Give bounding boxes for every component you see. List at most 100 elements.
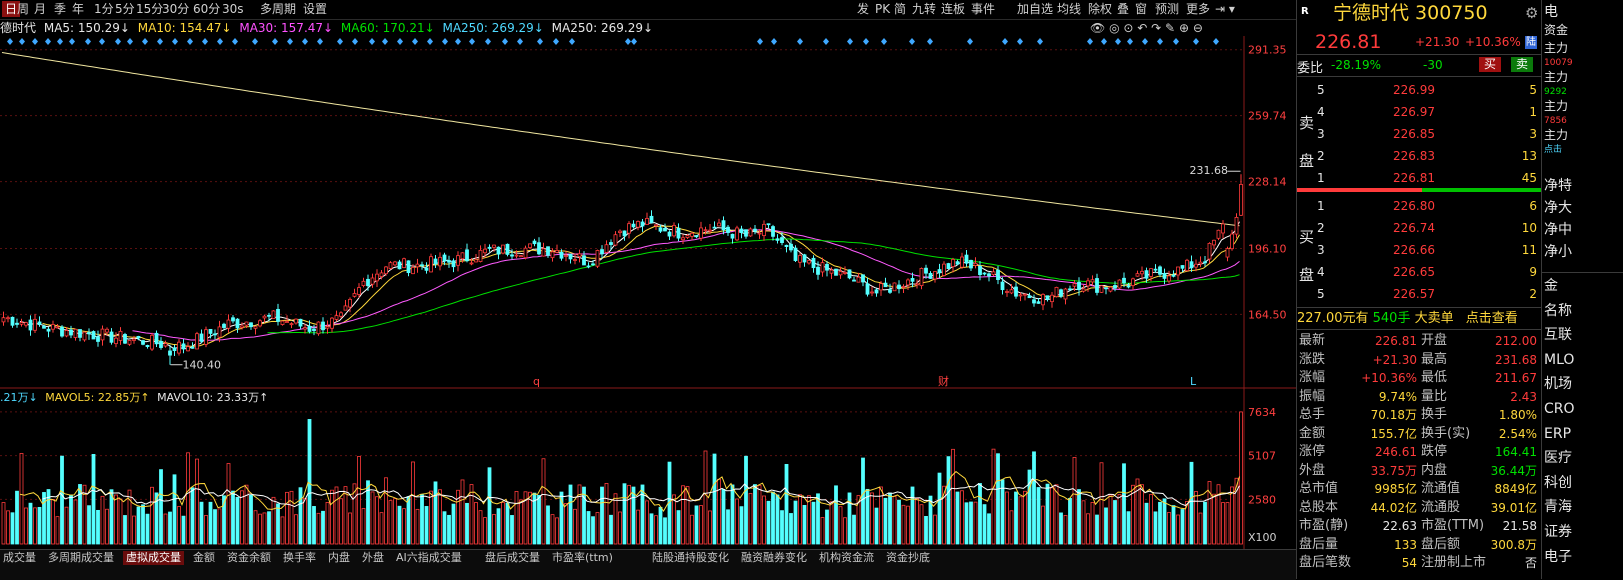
- toolbar-right-6[interactable]: 加自选: [1014, 1, 1056, 17]
- side-list-item[interactable]: 机场: [1544, 374, 1572, 394]
- back-icon[interactable]: ↶: [1137, 21, 1147, 35]
- candle: [276, 303, 280, 326]
- candle: [766, 223, 771, 229]
- period-12[interactable]: 设置: [300, 1, 330, 17]
- signal-marker: [757, 38, 763, 45]
- side-list-item[interactable]: MLO: [1544, 350, 1574, 370]
- r-tag: R: [1301, 6, 1309, 17]
- toolbar-right-1[interactable]: PK: [872, 1, 893, 17]
- volume-bar: [469, 484, 474, 545]
- volume-bar: [780, 510, 784, 545]
- toolbar-right-4[interactable]: 连板: [938, 1, 968, 17]
- indicator-tab-11[interactable]: 陆股通持股变化: [649, 551, 732, 565]
- period-3[interactable]: 季: [51, 1, 69, 17]
- toolbar-right-9[interactable]: 叠: [1114, 1, 1132, 17]
- kline-chart[interactable]: 291.35 259.74 228.14 196.10 164.50 231.68 140.…: [0, 36, 1296, 549]
- event-marker-cai[interactable]: 财: [938, 374, 949, 388]
- gear-icon[interactable]: ⚙: [1525, 4, 1538, 22]
- volume-bar: [433, 481, 438, 545]
- indicator-tab-10[interactable]: 市盈率(ttm): [549, 551, 616, 565]
- side-list-item[interactable]: 科创: [1544, 473, 1572, 493]
- indicator-tab-4[interactable]: 资金余额: [224, 551, 274, 565]
- indicator-tab-7[interactable]: 外盘: [359, 551, 387, 565]
- side-list-item[interactable]: 医疗: [1544, 448, 1572, 468]
- big-order-row[interactable]: 227.00元有 540手 大卖单 点击查看: [1297, 310, 1541, 328]
- expand-icon[interactable]: ⇥ ▾: [1212, 1, 1238, 17]
- volume-bar: [55, 516, 60, 545]
- period-4[interactable]: 年: [69, 1, 87, 17]
- side-list-item[interactable]: 证券: [1544, 522, 1572, 542]
- ask-volume: 45: [1521, 171, 1537, 185]
- side-list-item[interactable]: CRO: [1544, 399, 1575, 419]
- zoom-in-icon[interactable]: ⊕: [1179, 21, 1189, 35]
- candle: [235, 318, 240, 333]
- stat-label: 涨幅: [1299, 370, 1326, 385]
- volume-bar: [1005, 491, 1009, 545]
- toolbar-right-10[interactable]: 窗: [1132, 1, 1150, 17]
- volume-bar: [546, 505, 550, 545]
- candle: [1005, 289, 1009, 297]
- period-8[interactable]: 30分: [159, 1, 192, 17]
- toolbar-right-11[interactable]: 预测: [1152, 1, 1182, 17]
- toolbar-right-12[interactable]: 更多: [1183, 1, 1213, 17]
- pen-icon[interactable]: ✎: [1165, 21, 1175, 35]
- side-list-item[interactable]: 互联: [1544, 325, 1572, 345]
- signal-marker: [412, 38, 418, 45]
- sell-button[interactable]: 卖: [1511, 57, 1533, 72]
- forward-icon[interactable]: ↷: [1151, 21, 1161, 35]
- side-list-item[interactable]: ERP: [1544, 424, 1571, 444]
- candle: [631, 220, 636, 229]
- toolbar-right-2[interactable]: 简: [891, 1, 909, 17]
- bid-volume: 11: [1521, 243, 1537, 257]
- signal-marker: [1037, 38, 1043, 45]
- target-icon[interactable]: ◎: [1109, 21, 1119, 35]
- period-10[interactable]: 30s: [219, 1, 247, 17]
- candle: [996, 266, 1000, 285]
- signal-marker: [569, 38, 575, 45]
- period-1[interactable]: 周: [14, 1, 32, 17]
- indicator-tab-2[interactable]: 虚拟成交量: [123, 551, 184, 565]
- volume-bar: [429, 490, 433, 545]
- zoom-out-icon[interactable]: ⊖: [1193, 21, 1203, 35]
- event-marker-q[interactable]: q: [533, 375, 540, 388]
- big-order-link[interactable]: 点击查看: [1466, 311, 1518, 326]
- volume-bar: [199, 501, 204, 545]
- volume-bar: [478, 510, 483, 545]
- toolbar-right-5[interactable]: 事件: [968, 1, 998, 17]
- toolbar-right-8[interactable]: 除权: [1085, 1, 1115, 17]
- indicator-tab-5[interactable]: 换手率: [280, 551, 319, 565]
- volume-bar: [73, 499, 78, 545]
- candle: [519, 254, 523, 258]
- indicator-tab-14[interactable]: 资金抄底: [883, 551, 933, 565]
- eye-icon[interactable]: 👁: [1090, 21, 1105, 35]
- volume-bar: [208, 501, 213, 545]
- volume-bar: [24, 507, 28, 545]
- signal-marker: [187, 38, 193, 45]
- indicator-tab-6[interactable]: 内盘: [325, 551, 353, 565]
- candle: [456, 251, 460, 272]
- side-list-item[interactable]: 金: [1544, 276, 1558, 296]
- toolbar-right-7[interactable]: 均线: [1054, 1, 1084, 17]
- event-marker-l[interactable]: L: [1190, 375, 1197, 388]
- indicator-tab-8[interactable]: AI六指成交量: [393, 551, 465, 565]
- candle: [969, 259, 973, 271]
- indicator-tab-3[interactable]: 金额: [190, 551, 218, 565]
- indicator-tab-13[interactable]: 机构资金流: [816, 551, 877, 565]
- side-list-item[interactable]: 青海: [1544, 497, 1572, 517]
- buy-button[interactable]: 买: [1479, 57, 1501, 72]
- period-11[interactable]: 多周期: [257, 1, 299, 17]
- toolbar-right-3[interactable]: 九转: [909, 1, 939, 17]
- period-2[interactable]: 月: [31, 1, 49, 17]
- indicator-tab-12[interactable]: 融资融券变化: [738, 551, 810, 565]
- side-list-item[interactable]: 名称: [1544, 301, 1572, 321]
- indicator-tab-9[interactable]: 盘后成交量: [482, 551, 543, 565]
- side-list-item[interactable]: 电子: [1544, 547, 1572, 567]
- candle: [1063, 287, 1068, 305]
- volume-bar: [897, 499, 901, 545]
- stat-label: 外盘: [1299, 462, 1326, 478]
- stat-value: 44.02亿: [1370, 500, 1417, 515]
- indicator-tab-0[interactable]: 成交量: [0, 551, 39, 565]
- toolbar-right-0[interactable]: 发: [854, 1, 872, 17]
- play-icon[interactable]: ⊙: [1123, 21, 1133, 35]
- indicator-tab-1[interactable]: 多周期成交量: [45, 551, 117, 565]
